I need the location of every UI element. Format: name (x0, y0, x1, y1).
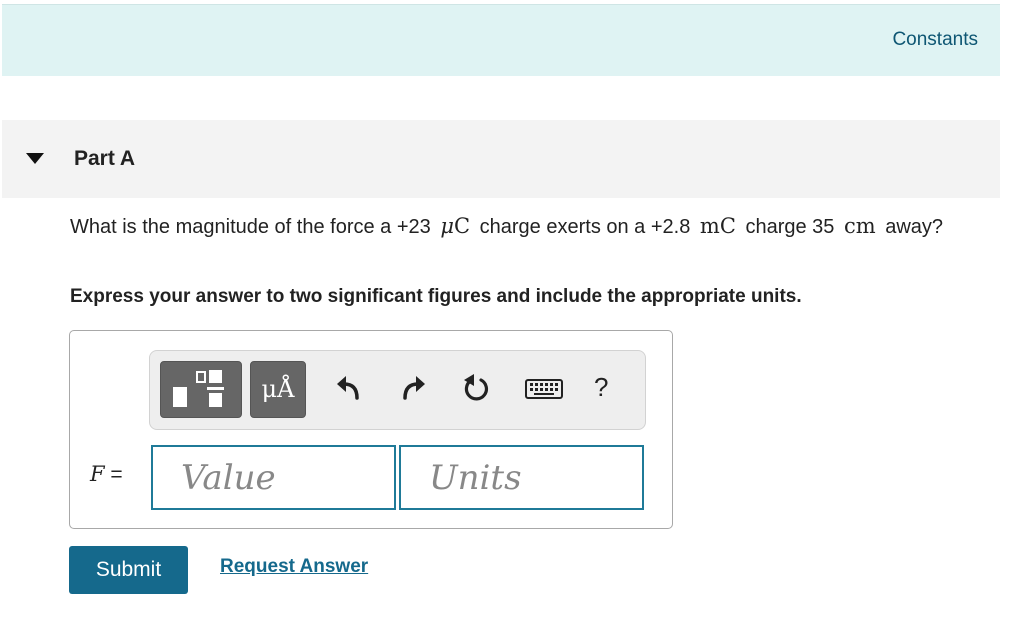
unit-micro-prefix: μ (440, 214, 454, 238)
math-toolbar: μÅ ? (149, 350, 646, 430)
units-button[interactable]: μÅ (250, 361, 306, 418)
collapse-caret-icon[interactable] (26, 153, 44, 164)
unit-millicoulomb: mC (699, 214, 736, 238)
submit-button[interactable]: Submit (69, 546, 188, 594)
variable-f: F (90, 462, 105, 486)
question-text: What is the magnitude of the force a +23… (70, 212, 980, 242)
units-input[interactable] (399, 445, 644, 510)
help-icon[interactable]: ? (594, 372, 608, 403)
top-bar: Constants (2, 4, 1000, 76)
question-part-1: What is the magnitude of the force a +23 (70, 216, 431, 238)
instruction-text: Express your answer to two significant f… (70, 286, 802, 307)
value-input[interactable] (151, 445, 396, 510)
answer-box: μÅ ? F = (69, 330, 673, 529)
unit-coulomb: C (454, 214, 471, 238)
question-part-3: charge 35 (745, 216, 835, 238)
request-answer-link[interactable]: Request Answer (220, 556, 368, 578)
undo-icon[interactable] (332, 371, 366, 405)
redo-icon[interactable] (396, 371, 430, 405)
equals-sign: = (110, 463, 123, 486)
question-part-2: charge exerts on a +2.8 (479, 216, 691, 238)
unit-microcoulomb: μC (436, 214, 474, 238)
templates-button[interactable] (160, 361, 242, 418)
units-button-label: μÅ (261, 375, 295, 403)
reset-icon[interactable] (460, 371, 494, 405)
keyboard-icon[interactable] (524, 371, 564, 405)
constants-link[interactable]: Constants (892, 29, 978, 51)
part-title: Part A (74, 147, 136, 170)
unit-centimeter: cm (843, 214, 876, 238)
answer-variable-label: F = (90, 462, 123, 487)
question-part-4: away? (885, 216, 944, 238)
templates-icon (173, 370, 224, 407)
part-header[interactable]: Part A (2, 120, 1000, 198)
